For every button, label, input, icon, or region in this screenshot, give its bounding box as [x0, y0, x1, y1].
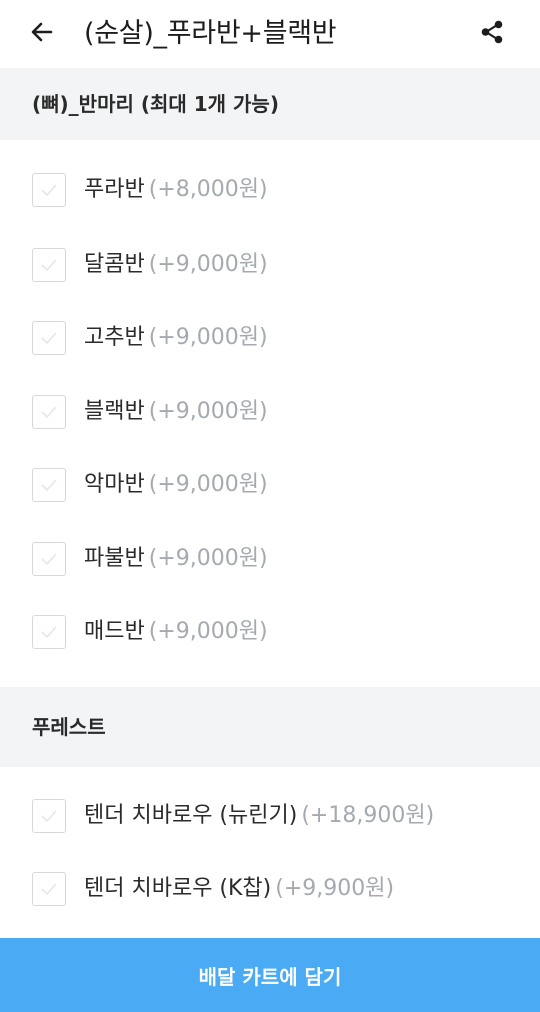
option-item[interactable]: 텐더 치바로우 (뉴린기) (+18,900원) — [0, 786, 540, 846]
option-name: 텐더 치바로우 (뉴린기) — [84, 803, 298, 828]
check-icon — [41, 184, 57, 197]
share-button[interactable] — [472, 14, 512, 54]
share-icon — [479, 19, 505, 49]
option-item[interactable]: 악마반 (+9,000원) — [0, 455, 540, 515]
check-icon — [41, 810, 57, 823]
option-item[interactable]: 텐더 치바로우 (K찹) (+9,900원) — [0, 859, 540, 919]
checkbox[interactable] — [32, 321, 66, 355]
section-title: 푸레스트 — [32, 715, 106, 739]
option-price: (+9,000원) — [148, 325, 268, 350]
add-to-cart-button[interactable]: 배달 카트에 담기 — [0, 938, 540, 1012]
check-icon — [41, 883, 57, 896]
checkbox[interactable] — [32, 395, 66, 429]
back-button[interactable] — [22, 14, 62, 54]
option-item[interactable]: 달콤반 (+9,000원) — [0, 235, 540, 295]
option-name: 블랙반 — [84, 399, 145, 424]
option-price: (+9,000원) — [148, 399, 268, 424]
check-icon — [41, 479, 57, 492]
checkbox[interactable] — [32, 872, 66, 906]
option-price: (+9,000원) — [148, 546, 268, 571]
option-price: (+18,900원) — [301, 803, 435, 828]
option-name: 달콤반 — [84, 252, 145, 277]
checkbox[interactable] — [32, 468, 66, 502]
option-item[interactable]: 블랙반 (+9,000원) — [0, 382, 540, 442]
checkbox[interactable] — [32, 615, 66, 649]
option-price: (+9,000원) — [148, 472, 268, 497]
option-name: 파불반 — [84, 546, 145, 571]
section-header-forest: 푸레스트 — [0, 687, 540, 767]
app-header: (순살)_푸라반+블랙반 — [0, 0, 540, 68]
option-item[interactable]: 파불반 (+9,000원) — [0, 529, 540, 589]
check-icon — [41, 406, 57, 419]
option-name: 푸라반 — [84, 177, 145, 202]
option-name: 고추반 — [84, 325, 145, 350]
option-price: (+9,000원) — [148, 619, 268, 644]
checkbox[interactable] — [32, 542, 66, 576]
checkbox[interactable] — [32, 799, 66, 833]
section-header-half: (뼈)_반마리 (최대 1개 가능) — [0, 68, 540, 140]
option-name: 악마반 — [84, 472, 145, 497]
option-item[interactable]: 고추반 (+9,000원) — [0, 308, 540, 368]
option-name: 텐더 치바로우 (K찹) — [84, 876, 272, 901]
check-icon — [41, 259, 57, 272]
page-title: (순살)_푸라반+블랙반 — [84, 18, 337, 49]
checkbox[interactable] — [32, 173, 66, 207]
option-name: 매드반 — [84, 619, 145, 644]
arrow-left-icon — [29, 19, 55, 49]
checkbox[interactable] — [32, 248, 66, 282]
option-price: (+8,000원) — [148, 177, 268, 202]
section-title: (뼈)_반마리 (최대 1개 가능) — [32, 92, 279, 116]
option-price: (+9,900원) — [275, 876, 395, 901]
check-icon — [41, 553, 57, 566]
option-item[interactable]: 매드반 (+9,000원) — [0, 602, 540, 662]
check-icon — [41, 626, 57, 639]
option-price: (+9,000원) — [148, 252, 268, 277]
add-to-cart-label: 배달 카트에 담기 — [198, 964, 342, 989]
option-item[interactable]: 푸라반 (+8,000원) — [0, 160, 540, 220]
check-icon — [41, 332, 57, 345]
